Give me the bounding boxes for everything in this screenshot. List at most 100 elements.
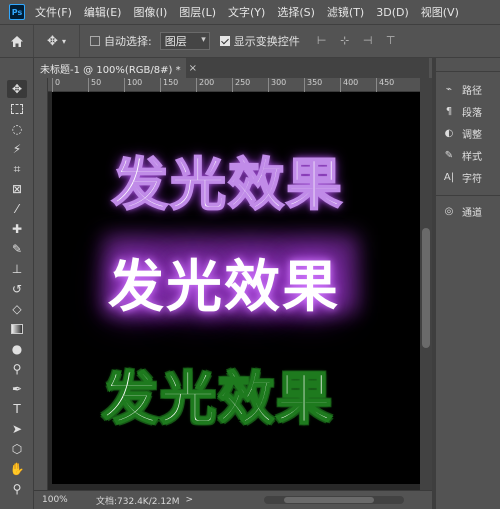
panel-label: 样式 [462,151,482,163]
home-button[interactable] [0,25,34,57]
hand-tool-icon[interactable]: ✋ [7,460,27,478]
outer-glow-text[interactable]: 发光效果 [111,140,344,221]
options-bar: ✥ ▾ 自动选择: 图层 ▾ 显示变换控件 ⊢ ⊹ ⊣ ⊤ [0,24,500,58]
chevron-down-icon: ▾ [61,36,66,46]
lasso-tool-icon[interactable]: ◌ [7,120,27,138]
vertical-ruler [34,78,48,490]
ruler-tick: 100 [124,78,142,92]
canvas[interactable]: 发光效果 发光效果 发光效果 [52,92,420,484]
menu-filter[interactable]: 滤镜(T) [327,4,364,20]
stamp-tool-icon[interactable]: ⊥ [7,260,27,278]
menu-bar: Ps 文件(F) 编辑(E) 图像(I) 图层(L) 文字(Y) 选择(S) 滤… [0,0,500,24]
green-outline-text[interactable]: 发光效果 [101,354,334,435]
chevron-down-icon: ▾ [201,35,206,45]
auto-select-label: 自动选择: [104,35,152,48]
move-tool-icon[interactable]: ✥ [7,80,27,98]
menu-type[interactable]: 文字(Y) [228,4,265,20]
menu-3d[interactable]: 3D(D) [376,6,409,19]
status-bar: 100% 文档:732.4K/2.12M > [34,490,432,509]
character-icon: A| [443,171,455,183]
ruler-tick: 400 [340,78,358,92]
move-tool-preset[interactable]: ✥ ▾ [34,25,80,57]
gradient-tool-icon[interactable] [7,320,27,338]
align-center-icon[interactable]: ⊹ [337,34,353,48]
status-menu-arrow[interactable]: > [186,495,194,505]
tools-panel: ✥ ◌ ⚡ ⌗ ⊠ ⁄ ✚ ✎ ⊥ ↺ ◇ ● ⚲ ✒ T ➤ ⬡ ✋ ⚲ [0,58,34,509]
vertical-scroll-thumb[interactable] [422,228,430,348]
adjustments-icon: ◐ [444,127,454,139]
brush-tool-icon[interactable]: ✎ [7,240,27,258]
eraser-tool-icon[interactable]: ◇ [7,300,27,318]
horizontal-scrollbar[interactable] [264,496,404,504]
soft-glow-text[interactable]: 发光效果 [108,242,340,323]
magic-wand-tool-icon[interactable]: ⚡ [7,140,27,158]
panel-character[interactable]: A| 字符 [436,166,500,188]
ruler-tick: 50 [88,78,101,92]
panel-styles[interactable]: ✎ 样式 [436,144,500,166]
paragraph-icon: ¶ [445,105,453,117]
history-brush-tool-icon[interactable]: ↺ [7,280,27,298]
crop-tool-icon[interactable]: ⌗ [7,160,27,178]
panel-label: 字符 [462,173,482,185]
panel-paragraph[interactable]: ¶ 段落 [436,100,500,122]
show-transform-label: 显示变换控件 [233,35,300,48]
align-top-icon[interactable]: ⊤ [383,34,399,48]
align-left-icon[interactable]: ⊢ [314,34,330,48]
panel-paths[interactable]: ⌁ 路径 [436,78,500,100]
panel-label: 段落 [462,107,482,119]
close-icon[interactable]: × [189,63,197,74]
panel-separator [436,188,500,196]
styles-icon: ✎ [444,149,454,161]
panel-grip[interactable] [436,58,500,72]
home-icon [10,35,23,47]
frame-tool-icon[interactable]: ⊠ [7,180,27,198]
photoshop-window: Ps 文件(F) 编辑(E) 图像(I) 图层(L) 文字(Y) 选择(S) 滤… [0,0,500,509]
panel-label: 调整 [462,129,482,141]
align-buttons: ⊢ ⊹ ⊣ ⊤ [314,34,406,48]
menu-file[interactable]: 文件(F) [35,4,72,20]
right-panel-dock: ⌁ 路径 ¶ 段落 ◐ 调整 ✎ 样式 A| 字符 ◎ 通道 [436,58,500,509]
ruler-tick: 250 [232,78,250,92]
type-tool-icon[interactable]: T [7,400,27,418]
ruler-tick: 0 [52,78,60,92]
ruler-tick: 150 [160,78,178,92]
document-info: 文档:732.4K/2.12M [96,496,180,507]
shape-tool-icon[interactable]: ⬡ [7,440,27,458]
document-tab[interactable]: 未标题-1 @ 100%(RGB/8#) * × [34,58,197,78]
align-right-icon[interactable]: ⊣ [360,34,376,48]
healing-brush-tool-icon[interactable]: ✚ [7,220,27,238]
channels-icon: ◎ [444,205,454,217]
horizontal-ruler: 0 50 100 150 200 250 300 350 400 450 [48,78,420,92]
menu-view[interactable]: 视图(V) [421,4,459,20]
marquee-tool-icon[interactable] [7,100,27,118]
pen-tool-icon[interactable]: ✒ [7,380,27,398]
auto-select-checkbox[interactable] [90,36,100,46]
dodge-tool-icon[interactable]: ⚲ [7,360,27,378]
ruler-tick: 300 [268,78,286,92]
show-transform-checkbox[interactable] [219,36,230,46]
zoom-level[interactable]: 100% [42,495,82,505]
auto-select-dropdown[interactable]: 图层 ▾ [159,32,210,50]
menu-edit[interactable]: 编辑(E) [84,4,122,20]
photoshop-logo: Ps [9,4,25,20]
paths-icon: ⌁ [445,83,453,95]
ruler-tick: 350 [304,78,322,92]
vertical-scrollbar[interactable] [420,78,432,490]
panel-label: 通道 [462,207,482,219]
document-tab-row: 未标题-1 @ 100%(RGB/8#) * × [34,58,429,78]
blur-tool-icon[interactable]: ● [7,340,27,358]
menu-image[interactable]: 图像(I) [133,4,167,20]
horizontal-scroll-thumb[interactable] [284,497,374,503]
ruler-tick: 450 [376,78,394,92]
auto-select-value: 图层 [164,35,187,48]
move-icon: ✥ [47,33,58,49]
menu-select[interactable]: 选择(S) [277,4,315,20]
document-tab-title: 未标题-1 @ 100%(RGB/8#) * [40,64,181,76]
path-selection-tool-icon[interactable]: ➤ [7,420,27,438]
zoom-tool-icon[interactable]: ⚲ [7,480,27,498]
eyedropper-tool-icon[interactable]: ⁄ [7,200,27,218]
panel-channels[interactable]: ◎ 通道 [436,200,500,222]
menu-layer[interactable]: 图层(L) [179,4,216,20]
panel-label: 路径 [462,85,482,97]
panel-adjustments[interactable]: ◐ 调整 [436,122,500,144]
